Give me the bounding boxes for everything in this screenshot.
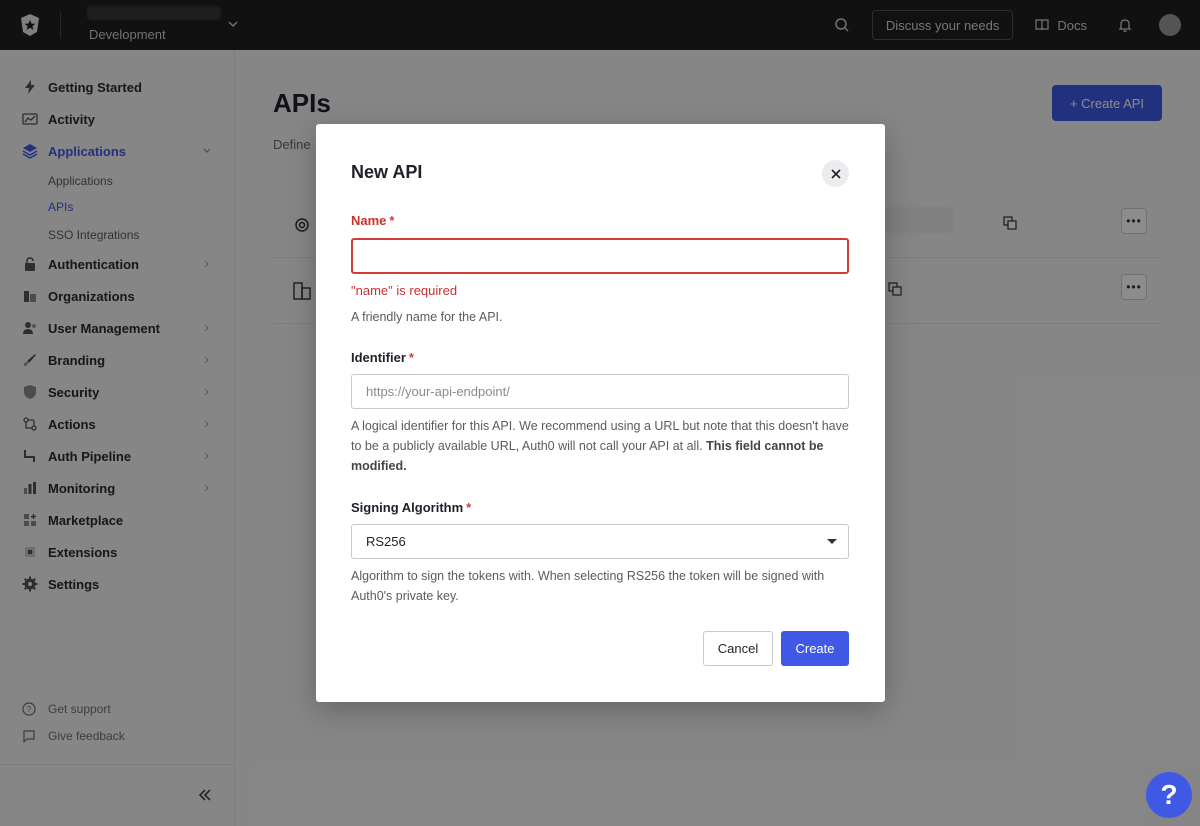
required-mark: * [466, 500, 472, 515]
required-mark: * [408, 350, 414, 365]
close-icon [830, 168, 841, 179]
required-mark: * [389, 213, 395, 228]
name-label: Name * [351, 213, 394, 228]
name-error-message: "name" is required [351, 283, 458, 298]
signing-algorithm-label: Signing Algorithm * [351, 500, 471, 515]
name-input[interactable] [351, 238, 849, 274]
signing-algorithm-value: RS256 [366, 534, 406, 549]
identifier-help-text: A logical identifier for this API. We re… [351, 416, 849, 476]
cancel-button[interactable]: Cancel [703, 631, 773, 666]
identifier-input[interactable] [351, 374, 849, 409]
close-button[interactable] [822, 160, 849, 187]
signing-algorithm-help-text: Algorithm to sign the tokens with. When … [351, 569, 825, 603]
identifier-label: Identifier * [351, 350, 414, 365]
name-help-text: A friendly name for the API. [351, 310, 503, 324]
signing-algorithm-label-text: Signing Algorithm [351, 500, 464, 515]
name-label-text: Name [351, 213, 387, 228]
help-fab-button[interactable]: ? [1146, 772, 1192, 818]
create-button[interactable]: Create [781, 631, 849, 666]
new-api-dialog: New API Name * "name" is required A frien… [316, 124, 885, 702]
identifier-label-text: Identifier [351, 350, 406, 365]
dialog-title: New API [351, 162, 423, 182]
caret-down-icon [827, 539, 837, 544]
signing-algorithm-select[interactable]: RS256 [351, 524, 849, 559]
